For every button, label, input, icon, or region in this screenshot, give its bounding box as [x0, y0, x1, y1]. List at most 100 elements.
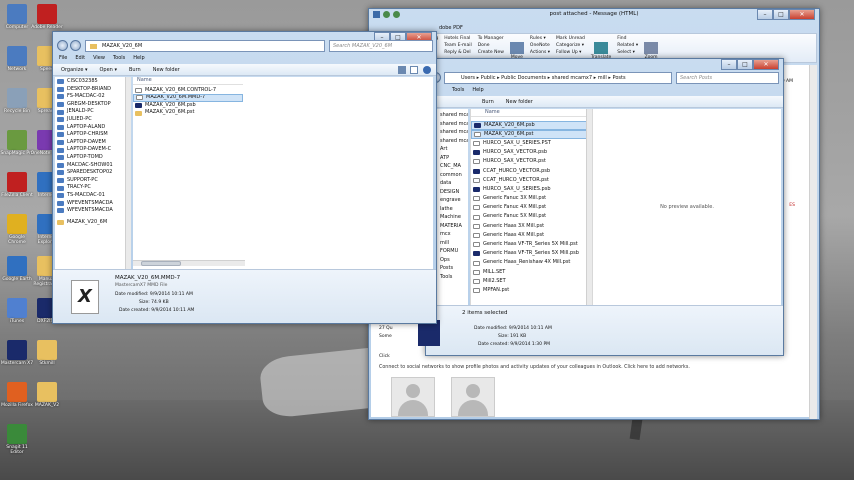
select-button[interactable]: Select ▾ [617, 50, 638, 56]
file-row[interactable]: MAZAK_V20_6M.MMD-7 [133, 94, 243, 102]
quickstep-done[interactable]: Done [478, 43, 504, 49]
desktop-icon[interactable]: iTunes [0, 298, 34, 324]
desktop-icon[interactable]: Recycle Bin [0, 88, 34, 114]
preview-pane-icon[interactable] [410, 66, 418, 74]
view-options-icon[interactable] [398, 66, 406, 74]
explorer1-forward-button[interactable] [70, 40, 81, 51]
nav-computer-item[interactable]: LAPTOP-ALAND [55, 124, 127, 132]
file-row[interactable]: MAZAK_V20_6M.pst [471, 129, 590, 139]
nav-computer-item[interactable]: SPAREDESKTOP02 [55, 169, 127, 177]
file-row[interactable]: MAZAK_V20_6M.psb [471, 120, 590, 130]
desktop-icon[interactable]: FileZilla Client [0, 172, 34, 198]
menu-file[interactable]: File [59, 54, 67, 63]
nav-computer-item[interactable]: LAPTOP-TOMD [55, 154, 127, 162]
file-row[interactable]: MAZAK_V20_6M.pst [133, 109, 243, 117]
help-icon[interactable] [423, 66, 431, 74]
nav-computer-item[interactable]: WFEVENTSMACDA [55, 200, 127, 208]
explorer1-address-bar[interactable]: MAZAK_V20_6M [85, 40, 325, 52]
quickstep-replydel[interactable]: Reply & Del [444, 50, 471, 56]
explorer1-search-input[interactable]: Search MAZAK_V20_6M [329, 40, 433, 52]
desktop-icon[interactable]: MAZAK_V2 [30, 382, 64, 408]
rules-button[interactable]: Rules ▾ [530, 36, 550, 42]
nav-computer-item[interactable]: JENALD-PC [55, 108, 127, 116]
organize-button[interactable]: Organize ▾ [61, 64, 88, 75]
nav-computer-item[interactable]: LAPTOP-DAVEM [55, 139, 127, 147]
nav-computer-item[interactable]: CISC032385 [55, 78, 127, 86]
new-folder-button[interactable]: New folder [506, 96, 533, 107]
open-button[interactable]: Open ▾ [100, 64, 117, 75]
desktop-icon[interactable]: Mozilla Firefox [0, 382, 34, 408]
file-row[interactable]: Generic Fanuc 5X Mill.pst [471, 212, 590, 221]
nav-computer-item[interactable]: LAPTOP-CHRISM [55, 131, 127, 139]
explorer1-back-button[interactable] [57, 40, 68, 51]
menu-help[interactable]: Help [472, 86, 483, 95]
social-connector-text[interactable]: Connect to social networks to show profi… [379, 365, 690, 370]
actions-button[interactable]: Actions ▾ [530, 50, 550, 56]
desktop-icon[interactable]: Adobe Reader [30, 4, 64, 30]
explorer2-address-bar[interactable]: Users ▸ Public ▸ Public Documents ▸ shar… [444, 72, 672, 84]
quickstep-manager[interactable]: To Manager [478, 36, 504, 42]
explorer1-nav-scrollbar[interactable] [125, 77, 131, 269]
file-row[interactable]: HURCO_SAX_U_SERIES.PST [471, 139, 590, 148]
file-row[interactable]: Generic Haas VF-TR_Series 5X Mill.pst [471, 240, 590, 249]
desktop-icon[interactable]: Google Earth [0, 256, 34, 282]
find-button[interactable]: Find [617, 36, 638, 42]
desktop-icon[interactable]: Network [0, 46, 34, 72]
related-button[interactable]: Related ▾ [617, 43, 638, 49]
desktop-icon[interactable]: SnapMagic Pro [0, 130, 34, 156]
categorize-button[interactable]: Categorize ▾ [556, 43, 585, 49]
desktop-icon[interactable]: Stkmill [30, 340, 64, 366]
onenote-button[interactable]: OneNote [530, 43, 550, 49]
contact-photo-1[interactable] [391, 377, 435, 417]
undo-icon[interactable] [383, 11, 390, 18]
file-row[interactable]: HURCO_SAX_VECTOR.psb [471, 148, 590, 157]
menu-tools[interactable]: Tools [452, 86, 464, 95]
nav-folder-mazak[interactable]: MAZAK_V20_6M [55, 219, 127, 227]
desktop-icon[interactable]: Computer [0, 4, 34, 30]
file-row[interactable]: Generic Haas VF-TR_Series 5X Mill.psb [471, 249, 590, 258]
desktop-icon[interactable]: Google Chrome [0, 214, 34, 245]
outlook-maximize-button[interactable]: □ [773, 9, 789, 20]
outlook-tab-fragment[interactable]: dobe PDF [439, 25, 463, 31]
explorer2-minimize-button[interactable]: – [721, 59, 737, 70]
menu-view[interactable]: View [93, 54, 105, 63]
hscroll-thumb[interactable] [141, 261, 181, 266]
quickstep-team[interactable]: Team E-mail [444, 43, 471, 49]
message-scrollbar[interactable] [809, 65, 817, 419]
burn-button[interactable]: Burn [129, 64, 141, 75]
explorer2-search-input[interactable]: Search Posts [676, 72, 779, 84]
nav-computer-item[interactable]: TRACY-PC [55, 184, 127, 192]
quickstep-hotels[interactable]: Hotels Final [444, 36, 471, 42]
nav-computer-item[interactable]: MACDAC-SHOW01 [55, 162, 127, 170]
follow-up-button[interactable]: Follow Up ▾ [556, 50, 585, 56]
explorer2-close-button[interactable]: ✕ [753, 59, 779, 70]
file-row[interactable]: Generic Haas 4X Mill.pst [471, 231, 590, 240]
file-row[interactable]: MAZAK_V20_6M.CONTROL-7 [133, 87, 243, 95]
outlook-minimize-button[interactable]: – [757, 9, 773, 20]
file-row[interactable]: HURCO_SAX_VECTOR.pst [471, 157, 590, 166]
nav-computer-item[interactable]: FS-MACDAC-02 [55, 93, 127, 101]
file-row[interactable]: Mill2.SET [471, 277, 590, 286]
nav-computer-item[interactable]: GREGM-DESKTOP [55, 101, 127, 109]
contact-photo-2[interactable] [451, 377, 495, 417]
file-row[interactable]: CCAT_HURCO_VECTOR.pst [471, 176, 590, 185]
file-row[interactable]: Generic Haas_Renishaw 4X Mill.pst [471, 258, 590, 267]
explorer1-hscroll[interactable] [133, 260, 245, 266]
file-row[interactable]: HURCO_SAX_U_SERIES.psb [471, 185, 590, 194]
nav-computer-item[interactable]: SUPPORT-PC [55, 177, 127, 185]
burn-button[interactable]: Burn [482, 96, 494, 107]
nav-computer-item[interactable]: WFEVENTSMACDA [55, 207, 127, 215]
desktop-icon[interactable]: Mastercam X7 [0, 340, 34, 366]
file-row[interactable]: Generic Fanuc 4X Mill.pst [471, 203, 590, 212]
nav-computer-item[interactable]: TS-MACDAC-01 [55, 192, 127, 200]
menu-help[interactable]: Help [133, 54, 144, 63]
nav-computer-item[interactable]: DESKTOP-BRIAND [55, 86, 127, 94]
mark-unread-button[interactable]: Mark Unread [556, 36, 585, 42]
nav-computer-item[interactable]: JULIED-PC [55, 116, 127, 124]
outlook-close-button[interactable]: ✕ [789, 9, 815, 20]
redo-icon[interactable] [393, 11, 400, 18]
file-row[interactable]: Generic Haas 3X Mill.pst [471, 222, 590, 231]
menu-edit[interactable]: Edit [75, 54, 85, 63]
menu-tools[interactable]: Tools [113, 54, 125, 63]
desktop-icon[interactable]: Snagit 11 Editor [0, 424, 34, 455]
